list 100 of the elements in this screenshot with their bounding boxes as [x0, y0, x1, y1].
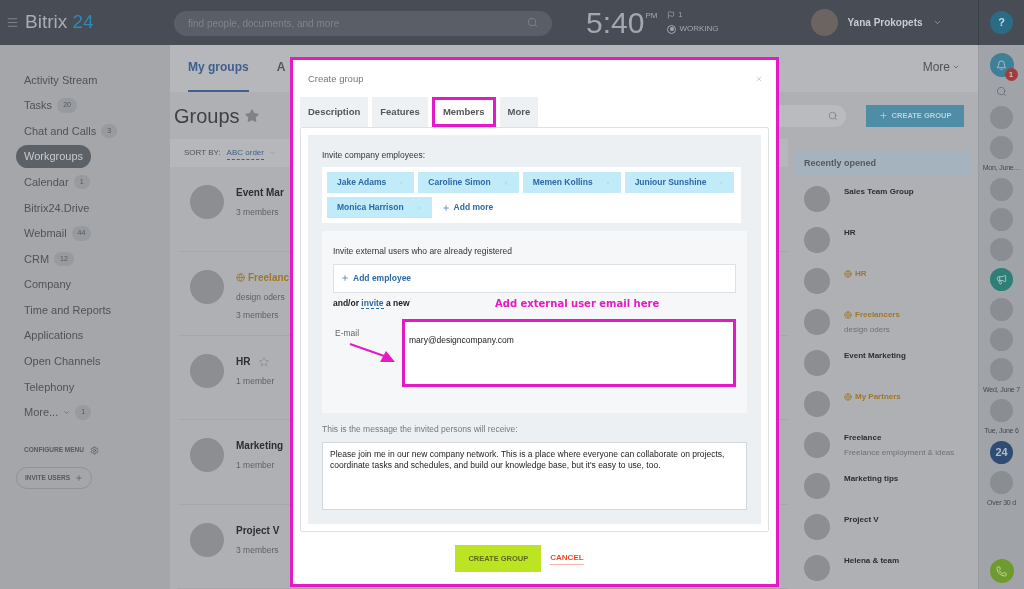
group-photo[interactable]: [804, 350, 830, 376]
settings-icon[interactable]: [89, 445, 99, 455]
plus-icon: [441, 203, 450, 212]
logo[interactable]: Bitrix 24: [25, 8, 94, 37]
member-count: 1 member: [236, 459, 276, 473]
bell-button[interactable]: [989, 53, 1014, 77]
dialog-tab[interactable]: Members: [431, 97, 496, 128]
dialog-tab[interactable]: More: [499, 97, 539, 128]
employee-chip[interactable]: Juniour Sunshine: [624, 172, 735, 193]
globe-icon: [844, 270, 852, 278]
phone-button[interactable]: [989, 559, 1014, 583]
employee-chip[interactable]: Jake Adams: [327, 172, 415, 193]
message-label: This is the message the invited persons will receive:: [322, 423, 519, 436]
member-count: 3 members: [236, 206, 280, 220]
employee-chip[interactable]: Caroline Simon: [418, 172, 519, 193]
sidebar-item[interactable]: Calendar: [16, 173, 69, 191]
recent-group-name[interactable]: Event Marketing: [844, 350, 906, 362]
sidebar-item[interactable]: More...: [16, 404, 59, 421]
app-logo[interactable]: 24: [990, 440, 1013, 464]
group-photo[interactable]: [190, 354, 224, 389]
group-tab[interactable]: A: [276, 58, 286, 92]
caret-icon: [63, 409, 71, 416]
sidebar-item[interactable]: Chat and Calls: [16, 122, 97, 140]
group-photo[interactable]: [804, 514, 830, 540]
work-status[interactable]: WORKING: [679, 23, 719, 36]
employees-label: Invite company employees:: [322, 149, 426, 162]
sidebar-item[interactable]: Time and Reports: [16, 301, 112, 319]
sidebar-item[interactable]: Telephony: [16, 378, 75, 396]
dialog-tab[interactable]: Features: [372, 97, 428, 128]
group-photo[interactable]: [190, 269, 224, 304]
sidebar-item[interactable]: Webmail: [16, 225, 67, 242]
group-photo[interactable]: [190, 185, 224, 220]
star-icon[interactable]: [259, 356, 270, 367]
more-menu[interactable]: More: [922, 58, 960, 76]
message-field[interactable]: Please join me in our new company network. This is a place where everyone can collaborate on projects, coordinate tasks and schedules, and build our knowledge base, but it's easy to use, too.: [322, 441, 747, 510]
bell-icon: [996, 59, 1007, 71]
sidebar-item[interactable]: Workgroups: [16, 145, 92, 168]
group-photo[interactable]: [804, 309, 830, 335]
invite-text: and/or invite a new: [333, 296, 411, 310]
sort-label: SORT BY:: [184, 147, 221, 160]
group-photo[interactable]: [804, 227, 830, 253]
megaphone-button[interactable]: [990, 267, 1013, 291]
caret-icon: [952, 63, 960, 71]
group-photo[interactable]: [804, 473, 830, 499]
sidebar-item[interactable]: Open Channels: [16, 353, 101, 370]
group-photo[interactable]: [804, 186, 830, 212]
page-title: Groups: [174, 103, 240, 129]
phone-icon: [996, 565, 1007, 577]
recent-group-name[interactable]: Marketing tips: [844, 473, 899, 485]
group-name[interactable]: Project V: [236, 522, 280, 538]
sidebar-item[interactable]: Company: [16, 276, 72, 293]
search-icon: [527, 16, 538, 28]
group-photo[interactable]: [190, 522, 224, 557]
arrow-annotation: [349, 341, 397, 364]
search-icon: [828, 110, 838, 121]
sidebar-item[interactable]: Applications: [16, 327, 84, 344]
sidebar-item[interactable]: Tasks: [16, 97, 53, 114]
user-avatar[interactable]: [810, 9, 838, 36]
group-name[interactable]: HR: [236, 354, 251, 370]
group-photo[interactable]: [804, 555, 830, 581]
add-employee-field[interactable]: Add employee: [333, 263, 736, 293]
cancel-link[interactable]: CANCEL: [550, 551, 584, 565]
dialog-tab[interactable]: Description: [300, 97, 369, 128]
add-more-link[interactable]: Add more: [441, 201, 494, 214]
recent-group-name[interactable]: Helena & team: [844, 555, 900, 567]
recent-group-name[interactable]: Project V: [844, 514, 879, 526]
menu-icon[interactable]: [6, 16, 19, 29]
group-name[interactable]: Event Mar: [236, 185, 284, 201]
invite-link[interactable]: invite: [361, 297, 384, 309]
group-tab[interactable]: My groups: [188, 58, 249, 92]
close-icon[interactable]: [755, 75, 763, 84]
sidebar-item[interactable]: CRM: [16, 250, 50, 268]
annotation-text: Add external user email here: [495, 296, 660, 311]
group-photo[interactable]: [804, 432, 830, 458]
employee-chip[interactable]: Monica Harrison: [327, 197, 432, 218]
email-field[interactable]: mary@designcompany.com: [402, 318, 736, 387]
recent-group-name[interactable]: HR: [844, 227, 856, 239]
globe-icon: [844, 393, 852, 401]
group-name[interactable]: Marketing: [236, 438, 284, 454]
member-count: 1 member: [236, 375, 275, 388]
megaphone-icon: [996, 273, 1007, 285]
sort-dropdown[interactable]: ABC order: [226, 146, 264, 160]
recent-group-name[interactable]: Sales Team Group: [844, 186, 914, 198]
star-icon[interactable]: [244, 108, 259, 123]
recent-header: Recently opened: [796, 151, 972, 176]
group-photo[interactable]: [804, 391, 830, 417]
group-photo[interactable]: [804, 268, 830, 294]
flag-icon: [667, 11, 676, 19]
recent-group-name[interactable]: Freelance: [844, 432, 882, 444]
help-icon[interactable]: ?: [990, 11, 1013, 34]
search-icon[interactable]: [996, 86, 1007, 97]
plus-icon: [878, 111, 888, 120]
employee-chip[interactable]: Memen Kollins: [522, 172, 621, 193]
plus-icon: [75, 474, 84, 483]
sidebar-item[interactable]: Bitrix24.Drive: [16, 199, 90, 216]
group-photo[interactable]: [190, 438, 224, 473]
clock-time: 5:40: [586, 7, 645, 38]
sidebar-item[interactable]: Activity Stream: [16, 71, 98, 89]
user-name[interactable]: Yana Prokopets: [847, 15, 923, 30]
member-count: 3 members: [236, 543, 280, 557]
